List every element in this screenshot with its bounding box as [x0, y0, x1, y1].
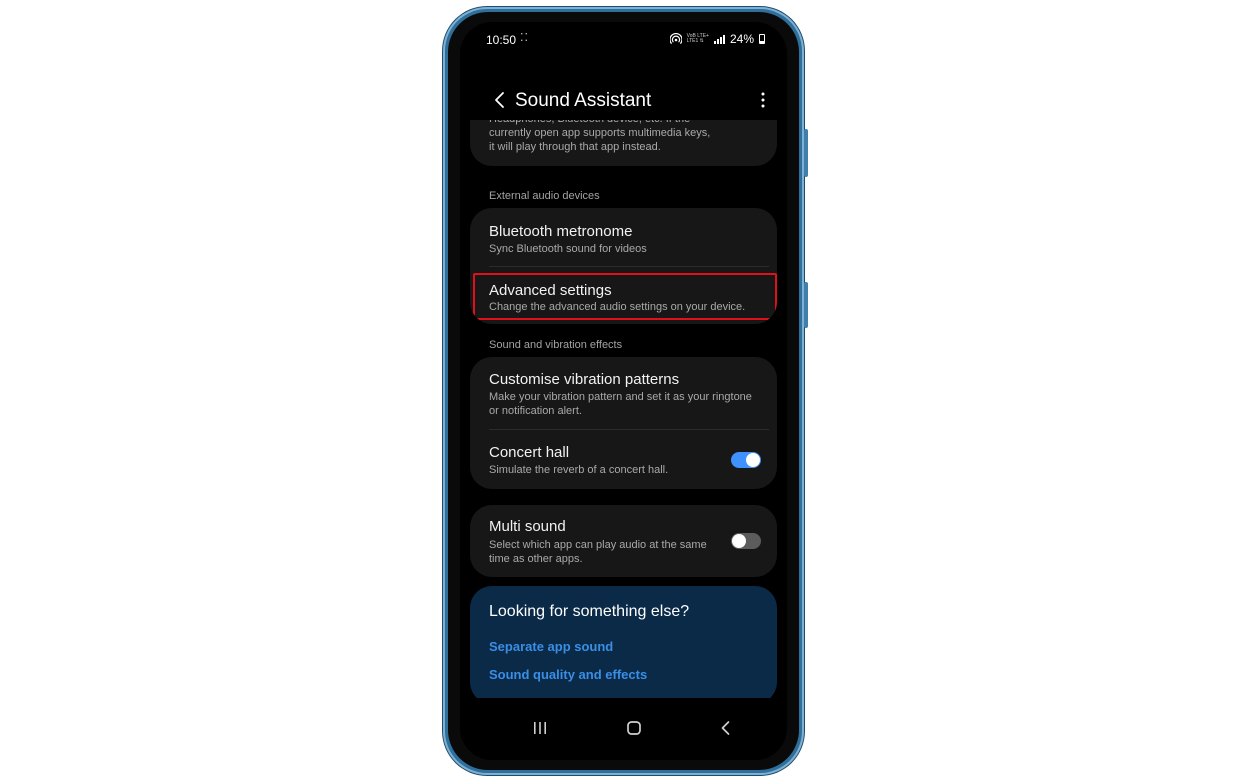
- power-button: [804, 282, 808, 328]
- phone-bezel: 10:50 ⁚⁚ VoB LTE+ LTE1 ⇅ 24% Sound Assis…: [448, 12, 799, 770]
- network-type: VoB LTE+ LTE1 ⇅: [687, 34, 709, 44]
- setting-subtitle: Select which app can play audio at the s…: [489, 539, 707, 565]
- setting-bluetooth-metronome[interactable]: Bluetooth metronome Sync Bluetooth sound…: [470, 208, 777, 266]
- settings-list[interactable]: Headphones, Bluetooth device, etc. If th…: [460, 120, 787, 698]
- phone-frame: 10:50 ⁚⁚ VoB LTE+ LTE1 ⇅ 24% Sound Assis…: [443, 7, 808, 775]
- signal-icon: [713, 34, 725, 44]
- battery-icon: [759, 34, 765, 44]
- nav-back-icon[interactable]: [714, 716, 738, 740]
- external-audio-card: Bluetooth metronome Sync Bluetooth sound…: [470, 208, 777, 324]
- setting-multi-sound[interactable]: Multi sound Select which app can play au…: [470, 505, 777, 577]
- section-header-sound-vibration: Sound and vibration effects: [489, 339, 623, 351]
- concert-hall-toggle[interactable]: [731, 452, 761, 468]
- hotspot-icon: [669, 33, 682, 45]
- app-bar: Sound Assistant: [460, 80, 787, 120]
- volume-button: [804, 129, 808, 177]
- setting-subtitle: Sync Bluetooth sound for videos: [489, 243, 647, 255]
- setting-title: Bluetooth metronome: [489, 223, 633, 240]
- link-separate-app-sound[interactable]: Separate app sound: [489, 639, 613, 654]
- more-options-icon[interactable]: [753, 90, 773, 110]
- setting-title: Multi sound: [489, 518, 566, 535]
- back-arrow-icon[interactable]: [490, 89, 512, 111]
- screen: 10:50 ⁚⁚ VoB LTE+ LTE1 ⇅ 24% Sound Assis…: [460, 22, 787, 760]
- setting-subtitle: Make your vibration pattern and set it a…: [489, 391, 752, 417]
- network-type-bottom: LTE1 ⇅: [686, 38, 704, 44]
- setting-title: Customise vibration patterns: [489, 371, 680, 388]
- highlight-box: [473, 273, 777, 320]
- section-header-external-audio: External audio devices: [489, 190, 600, 202]
- setting-title: Concert hall: [489, 444, 570, 461]
- multi-sound-toggle[interactable]: [731, 533, 761, 549]
- page-title: Sound Assistant: [515, 90, 652, 111]
- multi-sound-card: Multi sound Select which app can play au…: [470, 505, 777, 577]
- notification-icons: ⁚⁚: [520, 32, 529, 44]
- home-icon[interactable]: [622, 716, 646, 740]
- help-card: Looking for something else? Separate app…: [470, 586, 777, 698]
- effects-card: Customise vibration patterns Make your v…: [470, 357, 777, 489]
- setting-customise-vibration[interactable]: Customise vibration patterns Make your v…: [470, 357, 777, 429]
- partial-card-text: Headphones, Bluetooth device, etc. If th…: [489, 120, 711, 153]
- recent-apps-icon[interactable]: [528, 716, 552, 740]
- status-icons: VoB LTE+ LTE1 ⇅ 24%: [669, 32, 765, 46]
- setting-subtitle: Simulate the reverb of a concert hall.: [489, 464, 669, 476]
- status-time: 10:50: [486, 33, 517, 47]
- status-bar: 10:50 ⁚⁚ VoB LTE+ LTE1 ⇅ 24%: [460, 22, 787, 54]
- link-sound-quality-effects[interactable]: Sound quality and effects: [489, 667, 647, 682]
- battery-percent: 24%: [729, 32, 754, 46]
- navigation-bar: [460, 698, 787, 760]
- help-title: Looking for something else?: [489, 603, 690, 620]
- partial-card: Headphones, Bluetooth device, etc. If th…: [470, 120, 777, 166]
- setting-concert-hall[interactable]: Concert hall Simulate the reverb of a co…: [470, 430, 777, 489]
